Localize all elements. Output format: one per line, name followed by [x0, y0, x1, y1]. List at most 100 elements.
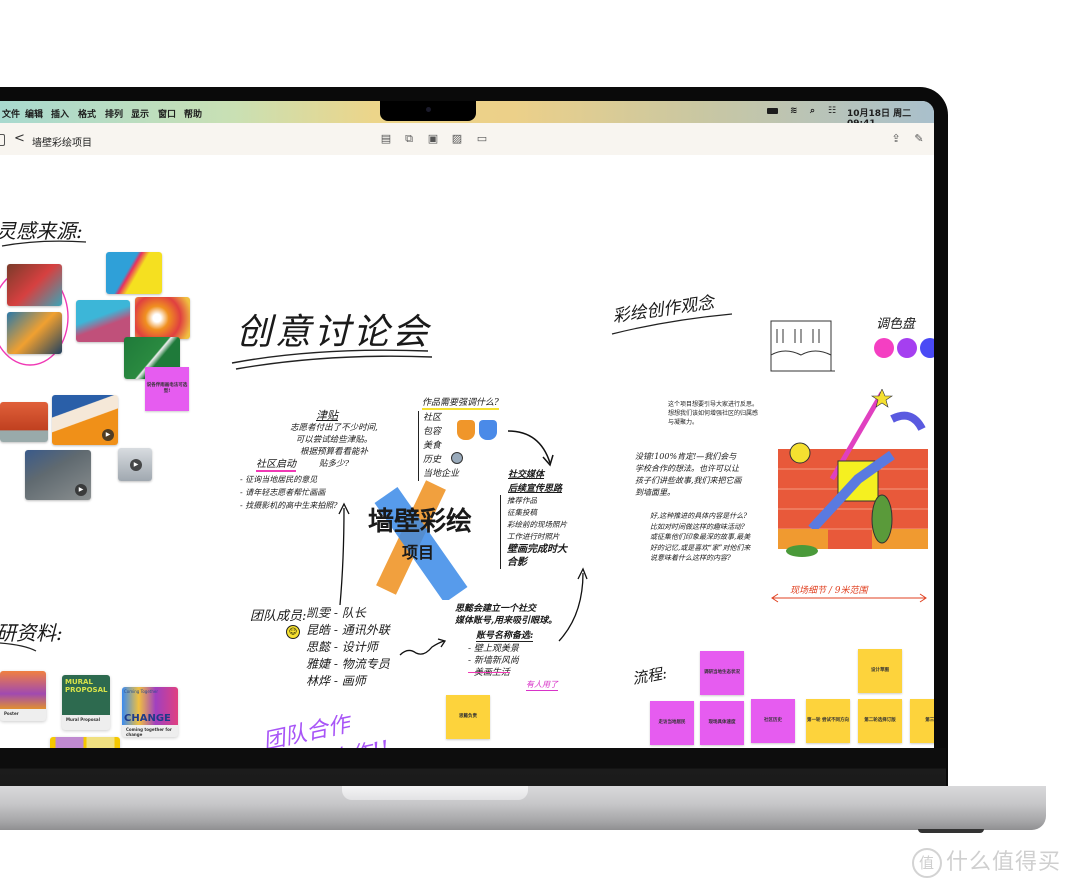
back-button[interactable]: < — [14, 131, 25, 146]
arrow-to-social — [507, 430, 554, 467]
control-center-icon[interactable]: ☷ — [828, 106, 836, 116]
social-list: 推荐作品 征集投稿 彩绘前的现场照片 工作进行时照片 壁画完成时大合影 — [500, 495, 567, 569]
team-label: 团队成员: — [250, 609, 307, 624]
media-icon[interactable]: ▨ — [451, 133, 463, 144]
sticky-process[interactable]: 设计草图 — [858, 649, 902, 693]
share-icon[interactable]: ⇪ — [890, 133, 902, 144]
toolbar: < 墙壁彩绘项目 ▤ ⧉ ▣ ▨ ▭ ⇪ ✎ — [0, 123, 934, 156]
photo-mural-yellow[interactable] — [106, 252, 162, 294]
menu-help[interactable]: 帮助 — [184, 107, 202, 120]
team-member: 雅婕 - 物流专员 — [306, 657, 390, 671]
menu-file[interactable]: 文件 — [2, 107, 20, 120]
sticky-siyi[interactable]: 思懿负责 — [446, 695, 490, 739]
folder-icon[interactable]: ▭ — [476, 133, 488, 144]
research-card-mural-proposal[interactable]: MURAL PROPOSAL Mural Proposal — [62, 675, 110, 730]
fist-orange-icon — [457, 420, 475, 440]
palette-swatch-blue[interactable] — [920, 338, 934, 358]
palette-swatch-pink[interactable] — [874, 338, 894, 358]
center-title: 墙壁彩绘 — [368, 507, 473, 537]
photo-dancer[interactable] — [7, 312, 62, 354]
team-list: 凯雯 - 队长 昆皓 - 通讯外联 思懿 - 设计师 雅婕 - 物流专员 林烨 … — [306, 605, 390, 690]
photo-friends[interactable] — [7, 264, 62, 306]
shapes-icon[interactable]: ⧉ — [403, 133, 415, 144]
concept-underline — [611, 313, 733, 335]
inspiration-underline — [1, 240, 87, 247]
sticky-process[interactable]: 调研当地生态状况 — [700, 651, 744, 695]
photo-court[interactable] — [76, 300, 130, 342]
title-underline — [231, 349, 433, 370]
scale-arrow — [771, 593, 927, 603]
process-heading: 流程: — [630, 664, 669, 688]
sticky-process[interactable]: 第一轮 尝试不同方向 — [806, 699, 850, 743]
video-building[interactable]: ▶ — [52, 395, 118, 445]
menu-window[interactable]: 窗口 — [158, 107, 176, 120]
concept-note-2: 好,这种推进的具体内容是什么? 比如对时间做这样的趣味活动? 或征集他们印象最深… — [650, 512, 751, 562]
battery-icon[interactable] — [767, 108, 778, 114]
research-underline — [0, 642, 37, 652]
globe-icon — [451, 452, 463, 464]
concept-description: 这个项目想要引导大家进行反思。想想我们该如何增强社区的归属感与凝聚力。 — [668, 401, 759, 426]
menu-insert[interactable]: 插入 — [51, 107, 69, 120]
team-member: 思懿 - 设计师 — [306, 640, 378, 654]
document-title[interactable]: 墙壁彩绘项目 — [32, 134, 92, 149]
account-note: 有人用了 — [526, 680, 558, 691]
text-box-icon[interactable]: ▤ — [380, 133, 392, 144]
camera-icon — [426, 107, 431, 112]
photo-brick-wall[interactable] — [0, 402, 48, 442]
watermark-logo-icon: 值 — [912, 848, 942, 878]
subsidy-text: 志愿者付出了不少时间, 可以尝试给些津贴。 根据预算看看能补 贴多少? — [290, 423, 378, 469]
video-street[interactable]: ▶ — [25, 450, 91, 500]
lid-opening-notch — [342, 786, 528, 800]
account-options: - 壁上观美景 - 新墙新风尚 - 美画生活 — [468, 644, 519, 678]
fist-blue-icon — [479, 420, 497, 440]
arrow-team-to-community — [338, 502, 350, 606]
subsidy-heading: 津贴 — [316, 409, 338, 422]
community-heading: 社区启动 — [256, 455, 296, 472]
team-member: 凯雯 - 队长 — [306, 606, 366, 620]
mural-sketch — [778, 389, 928, 557]
screen: 文件 编辑 插入 格式 排列 显示 窗口 帮助 ≋ ⌕ ☷ 10月18日 周二 … — [0, 101, 934, 748]
video-person[interactable]: ▶ — [118, 448, 152, 481]
menu-bar: 文件 编辑 插入 格式 排列 显示 窗口 帮助 ≋ ⌕ ☷ 10月18日 周二 … — [0, 101, 934, 129]
search-icon[interactable]: ⌕ — [810, 106, 815, 116]
social-subheading: 后续宣传思路 — [508, 484, 563, 494]
concept-note-1: 没错!100%肯定!—我们会与 学校合作的想法。也许可以让 孩子们讲些故事,我们… — [635, 452, 742, 497]
sticky-process[interactable]: 第二轮选择订版 — [858, 699, 902, 743]
research-card-buffet[interactable]: Buffet + Table Talk — [50, 737, 120, 748]
team-member: 林烨 - 画师 — [306, 674, 366, 688]
center-subtitle: 项目 — [402, 543, 435, 562]
emphasis-heading: 作品需要强调什么? — [422, 395, 499, 410]
squiggle-arrow — [399, 638, 447, 656]
research-card-change[interactable]: Coming Together CHANGE Coming together f… — [122, 687, 178, 737]
sticky-process[interactable]: 现场具体速度 — [700, 701, 744, 745]
research-card-poster[interactable]: Poster — [0, 671, 46, 721]
freeform-board[interactable]: 灵感来源: 说各伴雨画电法可选型! ▶ ▶ ▶ 研资料: Poster MURA… — [0, 155, 934, 748]
sticky-process[interactable]: 社区历史 — [751, 699, 795, 743]
account-text: 思懿会建立一个社交 媒体账号,用来吸引眼球。 — [455, 604, 558, 626]
account-heading: 账号名称备选: — [476, 628, 534, 642]
arrow-to-social-up — [558, 567, 588, 642]
photo-mural-eye[interactable] — [135, 297, 190, 339]
sticky-inspiration[interactable]: 说各伴雨画电法可选型! — [145, 367, 189, 411]
laptop-foot — [918, 829, 984, 833]
display-bottom-bezel — [0, 748, 946, 786]
sticky-process[interactable]: 走访当地居民 — [650, 701, 694, 745]
note-icon[interactable]: ▣ — [427, 133, 439, 144]
menu-view[interactable]: 显示 — [131, 107, 149, 120]
sidebar-toggle-icon[interactable] — [0, 134, 5, 146]
play-icon[interactable]: ▶ — [75, 484, 87, 496]
watermark: 值什么值得买 — [912, 844, 1061, 878]
social-heading: 社交媒体 — [508, 470, 545, 480]
palette-label: 调色盘 — [876, 317, 916, 332]
play-icon[interactable]: ▶ — [130, 459, 142, 471]
palette-swatch-purple[interactable] — [897, 338, 917, 358]
sticky-process[interactable]: 第三轮 — [910, 699, 934, 743]
compose-icon[interactable]: ✎ — [913, 133, 925, 144]
menu-format[interactable]: 格式 — [78, 107, 96, 120]
smiley-icon: ☺ — [286, 625, 300, 639]
play-icon[interactable]: ▶ — [102, 429, 114, 441]
camera-notch — [380, 101, 476, 121]
menu-edit[interactable]: 编辑 — [25, 107, 43, 120]
menu-arrange[interactable]: 排列 — [105, 107, 123, 120]
wifi-icon[interactable]: ≋ — [790, 106, 798, 116]
